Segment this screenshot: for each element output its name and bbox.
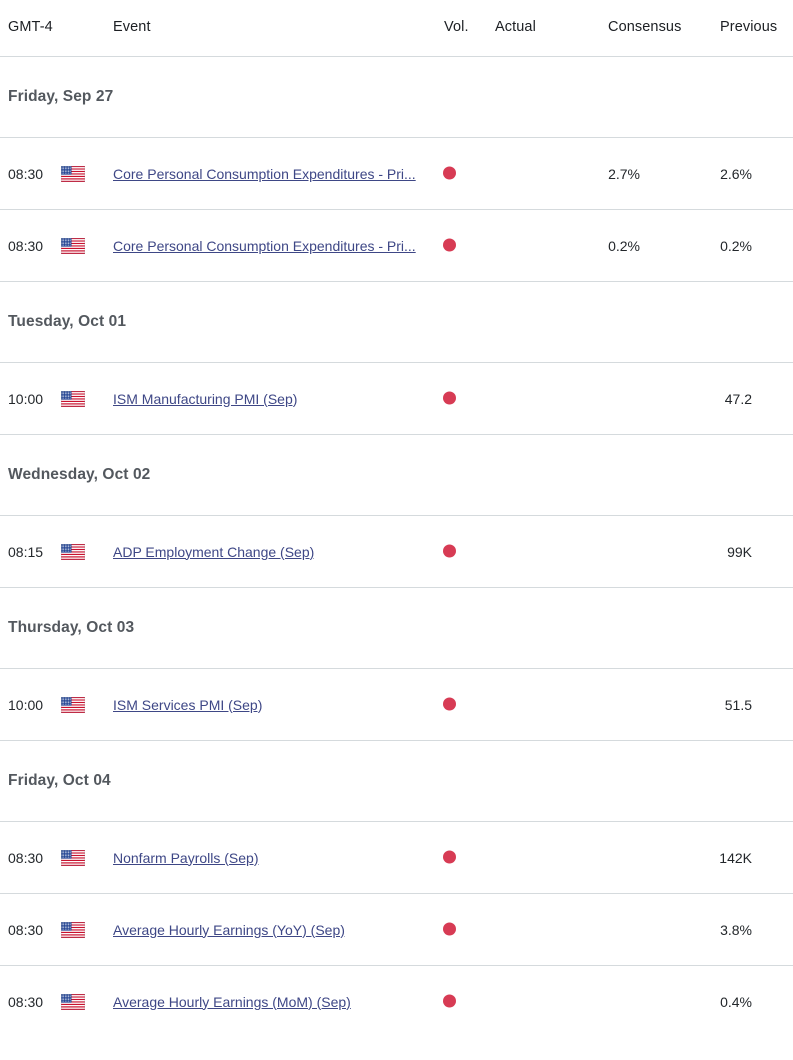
calendar-column-headers: GMT-4 Event Vol. Actual Consensus Previo…: [0, 0, 793, 56]
us-flag-icon: [61, 238, 85, 254]
calendar-event-row[interactable]: 08:30 Nonfarm Payrolls (Sep) 142K: [0, 822, 793, 893]
event-time: 10:00: [8, 391, 43, 407]
volatility-indicator-icon: [443, 544, 458, 559]
column-header-event[interactable]: Event: [113, 19, 151, 35]
volatility-indicator-icon: [443, 697, 458, 712]
event-previous-value: 99K: [660, 544, 752, 560]
date-group-header: Thursday, Oct 03: [0, 588, 793, 668]
event-previous-value: 3.8%: [660, 922, 752, 938]
calendar-event-row[interactable]: 08:30 Core Personal Consumption Expenditu…: [0, 138, 793, 209]
us-flag-icon: [61, 922, 85, 938]
us-flag-icon: [61, 544, 85, 560]
volatility-indicator-icon: [443, 850, 458, 865]
us-flag-icon: [61, 697, 85, 713]
event-previous-value: 142K: [660, 850, 752, 866]
date-group-label: Friday, Sep 27: [8, 88, 113, 106]
event-previous-value: 51.5: [660, 697, 752, 713]
calendar-event-row[interactable]: 08:30 Average Hourly Earnings (YoY) (Sep)…: [0, 894, 793, 965]
event-time: 08:30: [8, 994, 43, 1010]
calendar-event-row[interactable]: 08:15 ADP Employment Change (Sep) 99K: [0, 516, 793, 587]
event-name-link[interactable]: Average Hourly Earnings (YoY) (Sep): [113, 922, 345, 938]
calendar-event-row[interactable]: 08:30 Average Hourly Earnings (MoM) (Sep)…: [0, 966, 793, 1037]
event-previous-value: 0.2%: [660, 238, 752, 254]
date-group-label: Tuesday, Oct 01: [8, 313, 126, 331]
us-flag-icon: [61, 994, 85, 1010]
event-name-link[interactable]: ISM Services PMI (Sep): [113, 697, 262, 713]
column-header-volatility[interactable]: Vol.: [444, 19, 469, 35]
calendar-event-row[interactable]: 10:00 ISM Manufacturing PMI (Sep) 47.2: [0, 363, 793, 434]
us-flag-icon: [61, 850, 85, 866]
event-previous-value: 47.2: [660, 391, 752, 407]
event-time: 08:30: [8, 922, 43, 938]
event-name-link[interactable]: ADP Employment Change (Sep): [113, 544, 314, 560]
event-consensus-value: 2.7%: [549, 166, 640, 182]
event-time: 08:30: [8, 850, 43, 866]
calendar-event-row[interactable]: 08:30 Core Personal Consumption Expenditu…: [0, 210, 793, 281]
date-group-header: Tuesday, Oct 01: [0, 282, 793, 362]
date-group-label: Thursday, Oct 03: [8, 619, 134, 637]
column-header-actual[interactable]: Actual: [495, 19, 536, 35]
volatility-indicator-icon: [443, 166, 458, 181]
calendar-event-row[interactable]: 10:00 ISM Services PMI (Sep) 51.5: [0, 669, 793, 740]
event-previous-value: 0.4%: [660, 994, 752, 1010]
column-header-timezone[interactable]: GMT-4: [8, 19, 53, 35]
date-group-header: Friday, Sep 27: [0, 57, 793, 137]
column-header-previous[interactable]: Previous: [720, 19, 777, 35]
date-group-header: Wednesday, Oct 02: [0, 435, 793, 515]
event-name-link[interactable]: Core Personal Consumption Expenditures -…: [113, 166, 416, 182]
volatility-indicator-icon: [443, 922, 458, 937]
event-time: 08:30: [8, 238, 43, 254]
volatility-indicator-icon: [443, 238, 458, 253]
event-name-link[interactable]: ISM Manufacturing PMI (Sep): [113, 391, 297, 407]
column-header-consensus[interactable]: Consensus: [608, 19, 681, 35]
date-group-header: Friday, Oct 04: [0, 741, 793, 821]
event-time: 08:30: [8, 166, 43, 182]
volatility-indicator-icon: [443, 391, 458, 406]
date-group-label: Wednesday, Oct 02: [8, 466, 150, 484]
event-time: 10:00: [8, 697, 43, 713]
event-time: 08:15: [8, 544, 43, 560]
event-name-link[interactable]: Nonfarm Payrolls (Sep): [113, 850, 259, 866]
us-flag-icon: [61, 166, 85, 182]
event-name-link[interactable]: Average Hourly Earnings (MoM) (Sep): [113, 994, 351, 1010]
volatility-indicator-icon: [443, 994, 458, 1009]
us-flag-icon: [61, 391, 85, 407]
calendar-body: Friday, Sep 27 08:30 Core Personal Consump…: [0, 57, 793, 1037]
event-previous-value: 2.6%: [660, 166, 752, 182]
economic-calendar: GMT-4 Event Vol. Actual Consensus Previo…: [0, 0, 793, 1060]
date-group-label: Friday, Oct 04: [8, 772, 111, 790]
event-name-link[interactable]: Core Personal Consumption Expenditures -…: [113, 238, 416, 254]
event-consensus-value: 0.2%: [549, 238, 640, 254]
